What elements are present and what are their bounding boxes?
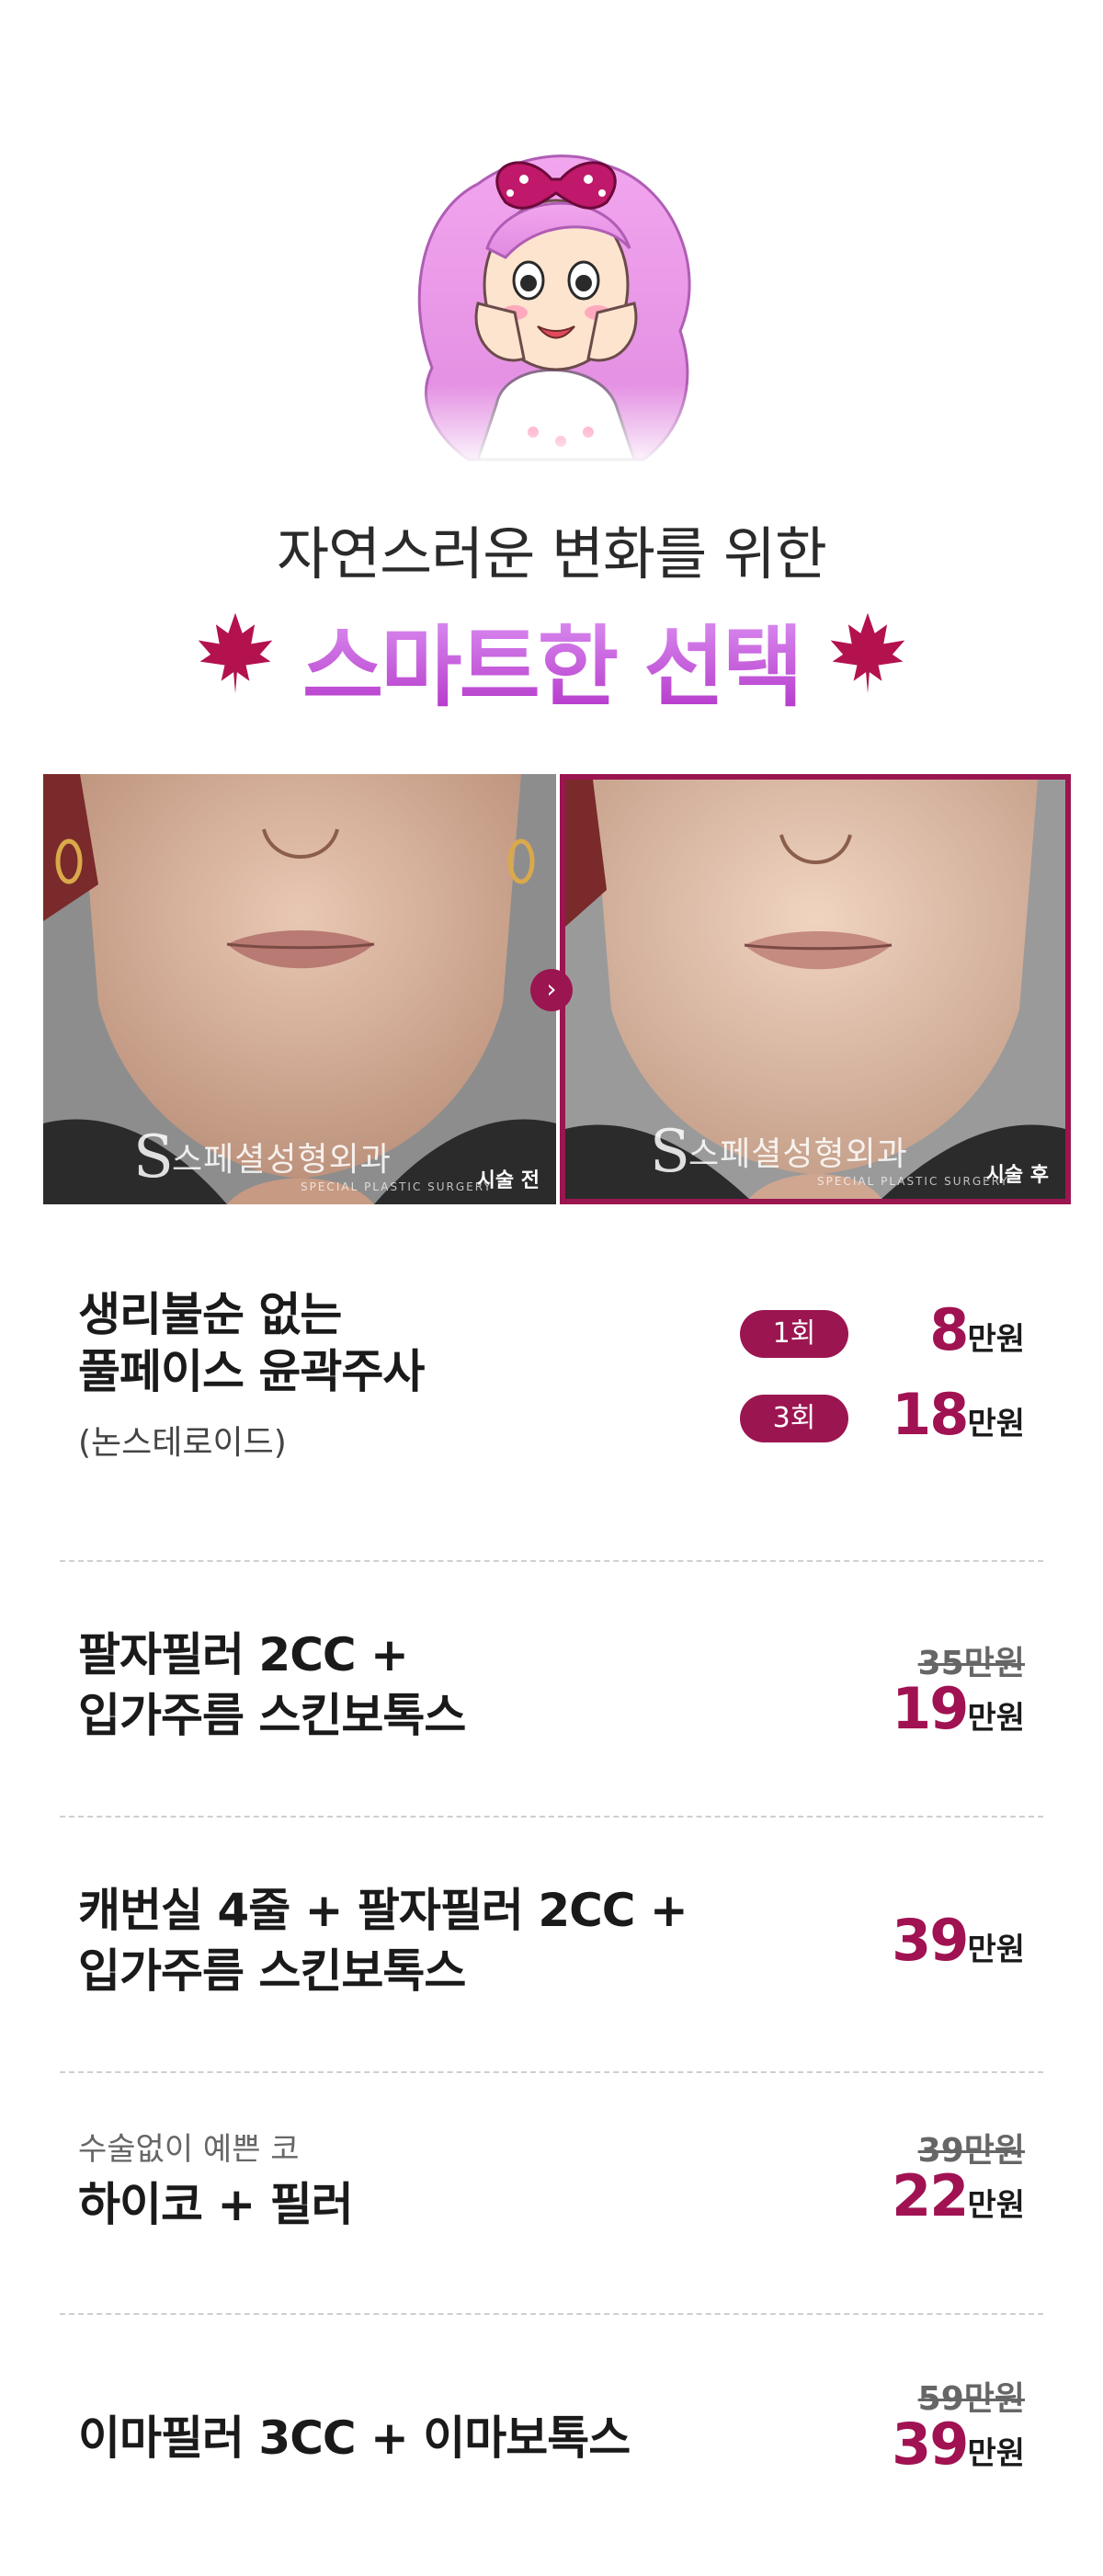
watermark-sub: SPECIAL PLASTIC SURGERY — [817, 1175, 1009, 1188]
before-after-photos: S 스페셜성형외과 SPECIAL PLASTIC SURGERY 시술 전 ›… — [43, 774, 1071, 1204]
item-title-line2: 풀페이스 윤곽주사 — [78, 1345, 425, 1398]
item-price: 18만원 — [892, 1381, 1025, 1448]
price-item: 캐번실 4줄 + 팔자필러 2CC + 입가주름 스킨보톡스 39만원 — [60, 1883, 1043, 2021]
divider — [60, 1560, 1043, 1562]
watermark: 스페셜성형외과 — [688, 1135, 908, 1173]
item-title-line2: 입가주름 스킨보톡스 — [78, 1944, 466, 1998]
watermark-logo-icon: S — [650, 1118, 690, 1186]
price-item: 생리불순 없는 풀페이스 윤곽주사 (논스테로이드) 1회 8만원 3회 18만… — [60, 1287, 1043, 1517]
item-title-line2: 입가주름 스킨보톡스 — [78, 1689, 466, 1742]
watermark: 스페셜성형외과 — [172, 1141, 392, 1179]
item-title-line1: 팔자필러 2CC + — [78, 1628, 409, 1681]
divider — [60, 2071, 1043, 2073]
item-title-line1: 하이코 + 필러 — [78, 2178, 354, 2231]
before-photo: S 스페셜성형외과 SPECIAL PLASTIC SURGERY 시술 전 — [43, 774, 556, 1204]
page-subtitle: 자연스러운 변화를 위한 — [277, 520, 827, 587]
item-note: (논스테로이드) — [78, 1424, 287, 1462]
session-badge: 3회 — [740, 1395, 848, 1442]
hero-section: 자연스러운 변화를 위한 스마트한 선택 — [0, 0, 1103, 735]
item-title-line1: 생리불순 없는 — [78, 1288, 342, 1341]
session-badge: 1회 — [740, 1310, 848, 1358]
chevron-right-icon: › — [530, 969, 573, 1011]
item-title-line1: 이마필러 3CC + 이마보톡스 — [78, 2411, 631, 2465]
item-caption: 수술없이 예쁜 코 — [78, 2131, 300, 2168]
item-price: 8만원 — [929, 1296, 1025, 1363]
price-item: 수술없이 예쁜 코 하이코 + 필러 39만원 22만원 — [60, 2124, 1043, 2262]
price-item: 이마필러 3CC + 이마보톡스 59만원 39만원 — [60, 2372, 1043, 2510]
watermark-sub: SPECIAL PLASTIC SURGERY — [301, 1180, 493, 1193]
item-price: 19만원 — [892, 1675, 1025, 1742]
item-price: 39만원 — [892, 2411, 1025, 2478]
divider — [60, 1816, 1043, 1818]
item-title-line1: 캐번실 4줄 + 팔자필러 2CC + — [78, 1884, 688, 1937]
item-price: 39만원 — [892, 1907, 1025, 1974]
maple-leaf-icon — [830, 612, 905, 694]
divider — [60, 2313, 1043, 2315]
girl-illustration — [368, 129, 735, 469]
before-label: 시술 전 — [476, 1169, 540, 1192]
price-item: 팔자필러 2CC + 입가주름 스킨보톡스 35만원 19만원 — [60, 1627, 1043, 1765]
after-photo: S 스페셜성형외과 SPECIAL PLASTIC SURGERY 시술 후 — [560, 774, 1071, 1204]
after-label: 시술 후 — [985, 1164, 1049, 1187]
item-price: 22만원 — [892, 2162, 1025, 2229]
watermark-logo-icon: S — [133, 1123, 174, 1191]
page-title: 스마트한 선택 — [301, 616, 803, 719]
